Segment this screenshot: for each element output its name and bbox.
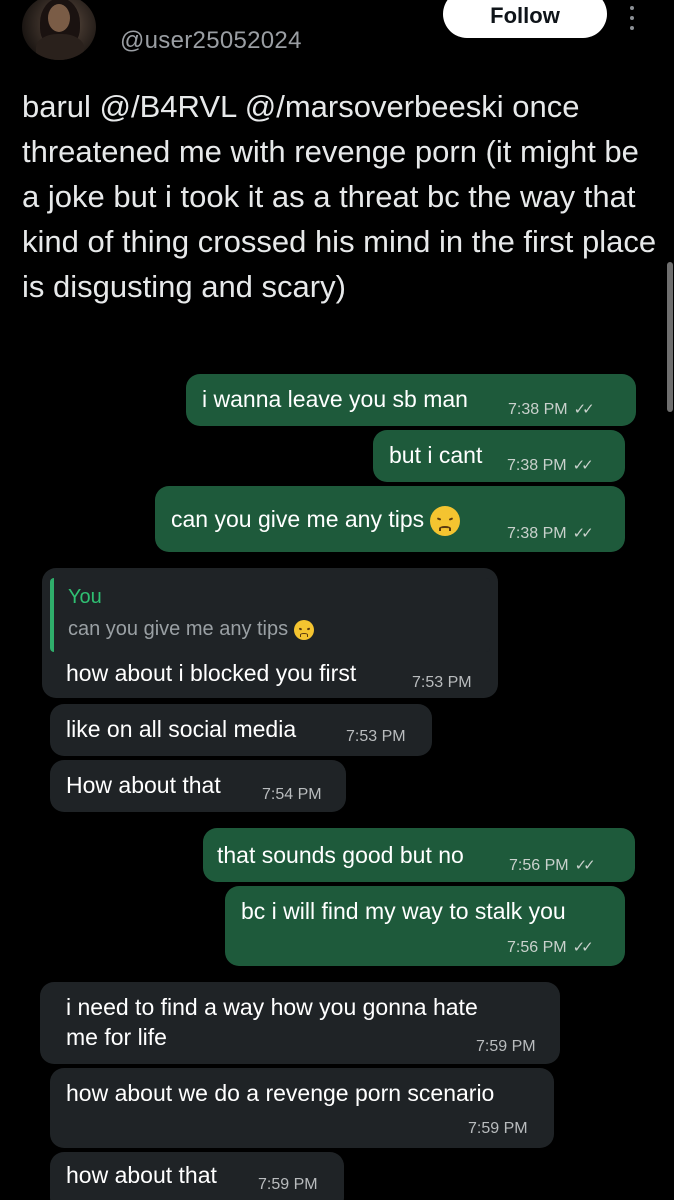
message-text: i wanna leave you sb man bbox=[202, 386, 468, 412]
message-outgoing: bc i will find my way to stalk you 7:56 … bbox=[225, 886, 625, 966]
avatar[interactable] bbox=[22, 0, 96, 60]
message-text: like on all social media bbox=[66, 716, 297, 742]
message-time: 7:59 PM bbox=[476, 1038, 536, 1055]
message-incoming: how about that 7:59 PM bbox=[50, 1152, 344, 1200]
quote-text: can you give me any tips bbox=[68, 618, 315, 641]
message-time: 7:38 PM ✓✓ bbox=[507, 525, 594, 542]
message-incoming: like on all social media 7:53 PM bbox=[50, 704, 432, 756]
user-handle[interactable]: @user25052024 bbox=[120, 27, 302, 55]
message-time: 7:56 PM ✓✓ bbox=[509, 857, 596, 874]
message-time: 7:59 PM bbox=[468, 1120, 528, 1137]
message-outgoing: that sounds good but no 7:56 PM ✓✓ bbox=[203, 828, 635, 882]
scrollbar[interactable] bbox=[667, 262, 673, 412]
disappointed-face-icon bbox=[294, 619, 315, 640]
message-outgoing: i wanna leave you sb man 7:38 PM ✓✓ bbox=[186, 374, 636, 426]
message-text: how about we do a revenge porn scenario bbox=[66, 1080, 495, 1106]
message-text: can you give me any tips bbox=[171, 506, 461, 536]
reply-quote[interactable]: You can you give me any tips bbox=[50, 578, 490, 652]
message-text: How about that bbox=[66, 772, 221, 798]
message-outgoing: but i cant 7:38 PM ✓✓ bbox=[373, 430, 625, 482]
message-time: 7:38 PM ✓✓ bbox=[507, 457, 594, 474]
double-check-icon: ✓✓ bbox=[572, 525, 594, 542]
more-options-icon[interactable] bbox=[626, 6, 638, 36]
disappointed-face-icon bbox=[430, 506, 461, 536]
double-check-icon: ✓✓ bbox=[572, 457, 594, 474]
message-time: 7:53 PM bbox=[346, 728, 406, 745]
message-text-line-2: me for life bbox=[66, 1024, 167, 1050]
message-outgoing: can you give me any tips 7:38 PM ✓✓ bbox=[155, 486, 625, 552]
double-check-icon: ✓✓ bbox=[572, 939, 594, 956]
message-text: but i cant bbox=[389, 442, 483, 468]
message-text: bc i will find my way to stalk you bbox=[241, 898, 566, 924]
message-time: 7:56 PM ✓✓ bbox=[507, 939, 594, 956]
message-text: that sounds good but no bbox=[217, 842, 464, 868]
quote-author: You bbox=[68, 586, 102, 608]
message-text-line-1: i need to find a way how you gonna hate bbox=[66, 994, 478, 1020]
message-text: how about that bbox=[66, 1162, 217, 1188]
double-check-icon: ✓✓ bbox=[573, 401, 595, 418]
tweet-text: barul @/B4RVL @/marsoverbeeski once thre… bbox=[22, 89, 657, 304]
message-incoming: How about that 7:54 PM bbox=[50, 760, 346, 812]
message-incoming: how about we do a revenge porn scenario … bbox=[50, 1068, 554, 1148]
double-check-icon: ✓✓ bbox=[574, 857, 596, 874]
message-time: 7:38 PM ✓✓ bbox=[508, 401, 595, 418]
message-time: 7:59 PM bbox=[258, 1176, 318, 1193]
message-time: 7:54 PM bbox=[262, 786, 322, 803]
message-time: 7:53 PM bbox=[412, 674, 472, 691]
message-incoming: You can you give me any tips how about i… bbox=[42, 568, 498, 698]
follow-button[interactable]: Follow bbox=[443, 0, 607, 38]
message-incoming: i need to find a way how you gonna hate … bbox=[40, 982, 560, 1064]
message-text: how about i blocked you first bbox=[66, 660, 357, 686]
